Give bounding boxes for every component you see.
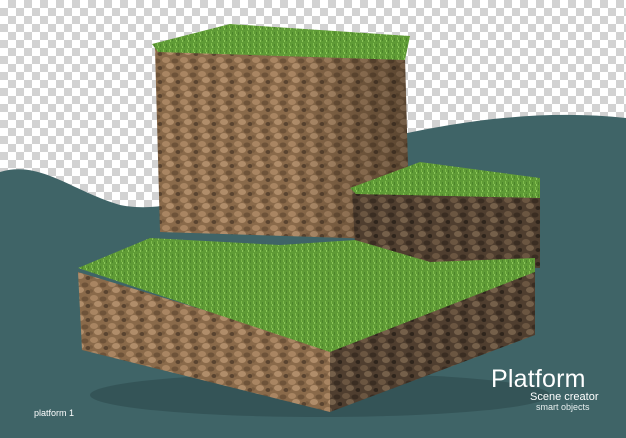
caption-title: Platform	[491, 365, 586, 393]
transparency-checkerboard: Platform Scene creator smart objects pla…	[0, 0, 626, 438]
footer-label: platform 1	[34, 408, 75, 418]
caption-tagline: smart objects	[536, 402, 590, 412]
